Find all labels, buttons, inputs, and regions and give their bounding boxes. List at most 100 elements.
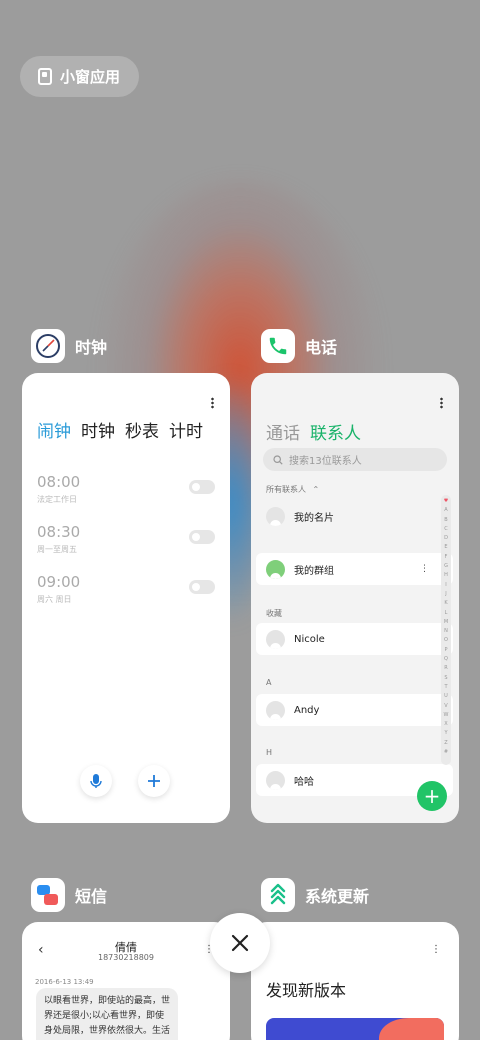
index-letter[interactable]: U <box>444 692 448 701</box>
index-letter[interactable]: B <box>444 516 447 525</box>
my-group-label: 我的群组 <box>294 565 334 577</box>
section-favorites: 收藏 <box>266 609 282 618</box>
clock-app-name: 时钟 <box>75 338 108 357</box>
more-icon[interactable] <box>211 397 214 409</box>
search-icon <box>273 454 283 465</box>
contact-row[interactable]: Andy <box>256 694 453 726</box>
index-letter[interactable]: H <box>444 571 448 580</box>
sms-app-icon <box>31 878 65 912</box>
tab-timer[interactable]: 计时 <box>169 417 203 442</box>
search-placeholder: 搜索13位联系人 <box>289 456 362 467</box>
index-letter[interactable]: C <box>444 525 448 534</box>
alarm-toggle[interactable] <box>189 480 215 494</box>
clock-app-header[interactable]: 时钟 <box>31 329 107 363</box>
contact-filter[interactable]: 所有联系人 ⌃ <box>266 484 319 495</box>
contact-row[interactable]: Nicole <box>256 623 453 655</box>
index-letter[interactable]: Q <box>444 655 448 664</box>
avatar <box>266 770 285 790</box>
floating-window-icon <box>38 68 52 85</box>
update-headline: 发现新版本 <box>266 981 347 1000</box>
add-contact-button[interactable]: + <box>417 781 447 811</box>
sms-app-card[interactable]: ‹ 倩倩 18730218809 ⋮ 2016-6-13 13:49 以眼看世界… <box>22 922 230 1040</box>
index-letter[interactable]: I <box>445 581 446 590</box>
phone-tabs: 通话 联系人 <box>266 419 361 444</box>
index-letter[interactable]: O <box>444 636 448 645</box>
tab-calls[interactable]: 通话 <box>266 419 300 444</box>
alarm-time: 09:00 <box>37 573 81 591</box>
sms-contact-number: 18730218809 <box>98 953 154 962</box>
add-alarm-button[interactable] <box>138 765 170 797</box>
phone-app-card[interactable]: 通话 联系人 搜索13位联系人 所有联系人 ⌃ 我的名片 我的群组 ⋮ 收藏 N… <box>251 373 459 823</box>
phone-app-icon <box>261 329 295 363</box>
tab-clock[interactable]: 时钟 <box>81 417 115 442</box>
alarm-item[interactable]: 09:00 周六 周日 <box>37 573 80 605</box>
contact-name: Andy <box>294 704 320 716</box>
more-icon[interactable]: ⋮ <box>420 564 429 574</box>
clock-app-card[interactable]: 闹钟 时钟 秒表 计时 08:00 法定工作日 08:30 周一至周五 09:0… <box>22 373 230 823</box>
group-icon <box>266 559 285 579</box>
clock-tabs: 闹钟 时钟 秒表 计时 <box>37 417 203 442</box>
plus-icon: + <box>423 784 441 808</box>
alarm-toggle[interactable] <box>189 530 215 544</box>
index-letter[interactable]: L <box>445 609 448 618</box>
tab-contacts[interactable]: 联系人 <box>310 419 361 444</box>
avatar <box>266 700 285 720</box>
sms-app-name: 短信 <box>75 887 108 906</box>
my-card-label: 我的名片 <box>294 512 334 524</box>
alarm-repeat: 周一至周五 <box>37 545 77 554</box>
index-letter[interactable]: ♥ <box>444 497 448 506</box>
section-a: A <box>266 678 272 687</box>
phone-app-name: 电话 <box>305 338 338 357</box>
index-letter[interactable]: M <box>444 618 448 627</box>
index-letter[interactable]: K <box>444 599 447 608</box>
index-letter[interactable]: D <box>444 534 448 543</box>
more-icon[interactable] <box>440 397 443 409</box>
index-letter[interactable]: T <box>444 683 447 692</box>
filter-label: 所有联系人 <box>266 485 306 494</box>
avatar <box>266 629 285 649</box>
my-card-row[interactable]: 我的名片 <box>256 500 453 532</box>
alarm-toggle[interactable] <box>189 580 215 594</box>
index-letter[interactable]: W <box>444 711 449 720</box>
index-letter[interactable]: P <box>444 646 447 655</box>
close-icon <box>231 934 249 952</box>
sms-app-header[interactable]: 短信 <box>31 878 107 912</box>
tab-alarm[interactable]: 闹钟 <box>37 417 71 442</box>
index-letter[interactable]: N <box>444 627 448 636</box>
contact-search-input[interactable]: 搜索13位联系人 <box>263 448 447 471</box>
index-letter[interactable]: Y <box>444 729 447 738</box>
index-letter[interactable]: R <box>444 664 447 673</box>
update-app-name: 系统更新 <box>305 887 370 906</box>
index-letter[interactable]: J <box>445 590 446 599</box>
index-letter[interactable]: A <box>444 506 447 515</box>
alarm-item[interactable]: 08:30 周一至周五 <box>37 523 80 555</box>
message-timestamp: 2016-6-13 13:49 <box>35 978 94 986</box>
alphabet-index[interactable]: ♥ A B C D E F G H I J K L M N O P Q R S T U V W X Y Z # <box>441 495 451 765</box>
update-app-card[interactable]: ⋮ 发现新版本 <box>251 922 459 1040</box>
clear-all-button[interactable] <box>210 913 270 973</box>
more-icon[interactable]: ⋮ <box>431 944 441 955</box>
index-letter[interactable]: Z <box>444 739 447 748</box>
avatar <box>266 506 285 526</box>
alarm-repeat: 周六 周日 <box>37 595 72 604</box>
index-letter[interactable]: S <box>444 674 447 683</box>
voice-alarm-button[interactable] <box>80 765 112 797</box>
index-letter[interactable]: V <box>444 702 447 711</box>
tab-stopwatch[interactable]: 秒表 <box>125 417 159 442</box>
alarm-item[interactable]: 08:00 法定工作日 <box>37 473 80 505</box>
index-letter[interactable]: X <box>444 720 447 729</box>
index-letter[interactable]: # <box>444 748 448 757</box>
index-letter[interactable]: E <box>444 543 447 552</box>
floating-window-button[interactable]: 小窗应用 <box>20 56 139 97</box>
system-update-icon <box>261 878 295 912</box>
index-letter[interactable]: G <box>444 562 448 571</box>
clock-app-icon <box>31 329 65 363</box>
floating-window-label: 小窗应用 <box>60 68 121 86</box>
message-bubble[interactable]: 以眼看世界，即使站的最高，世界还是很小;以心看世界，即使身处局限，世界依然很大。… <box>36 988 178 1040</box>
phone-app-header[interactable]: 电话 <box>261 329 337 363</box>
plus-icon <box>148 775 160 787</box>
contact-name: Nicole <box>294 633 325 645</box>
index-letter[interactable]: F <box>445 553 448 562</box>
my-group-row[interactable]: 我的群组 ⋮ <box>256 553 453 585</box>
update-app-header[interactable]: 系统更新 <box>261 878 369 912</box>
